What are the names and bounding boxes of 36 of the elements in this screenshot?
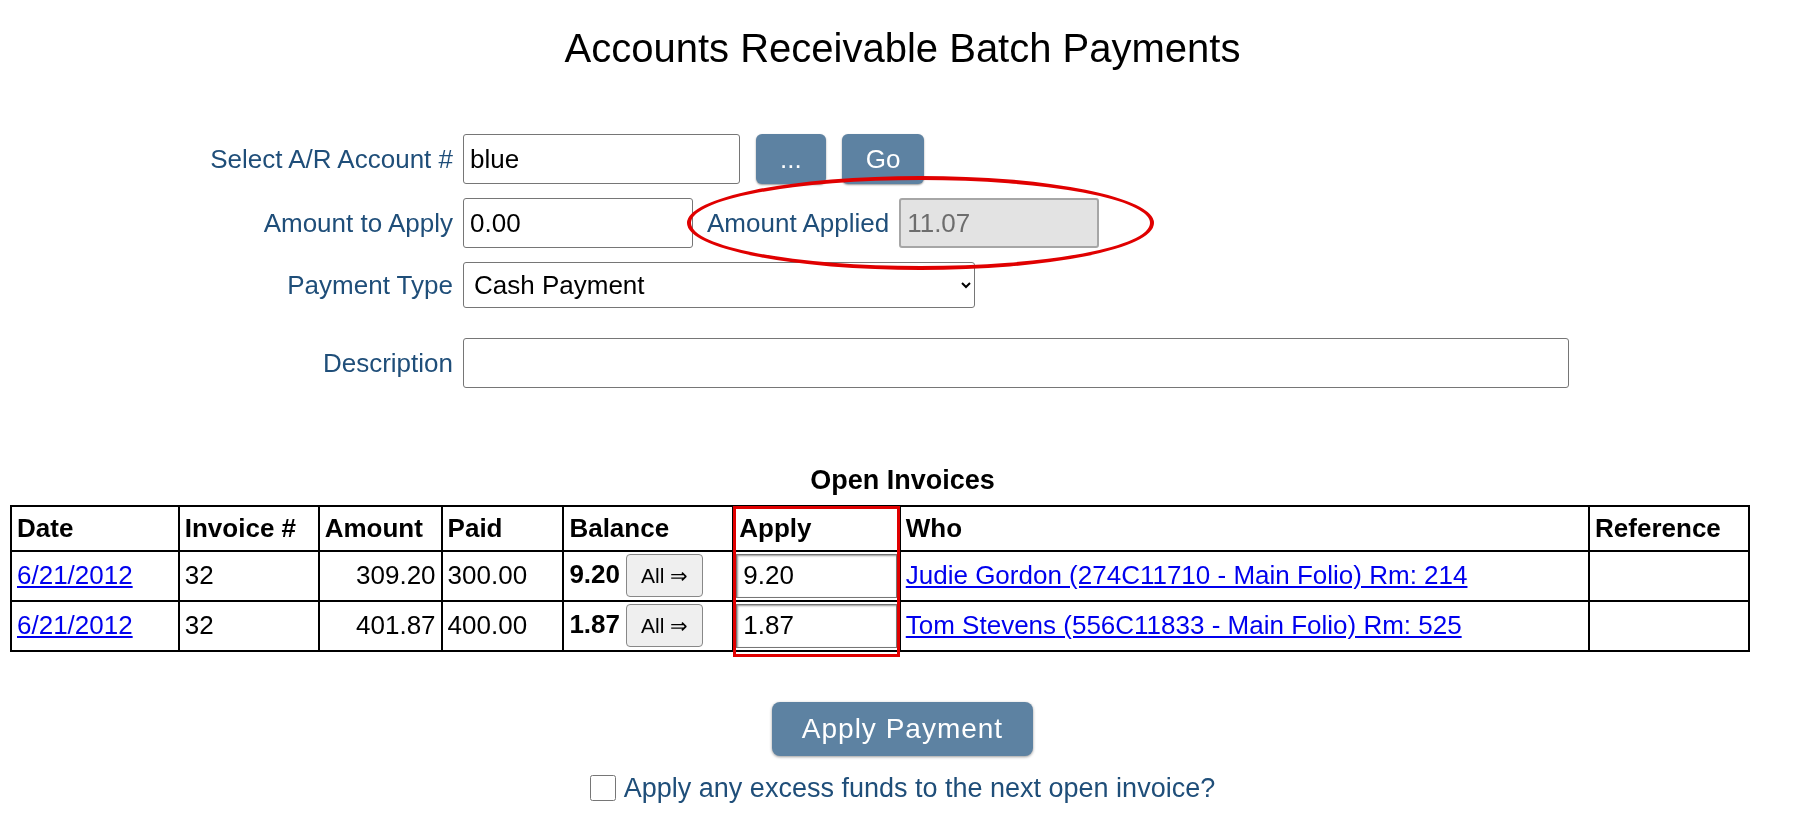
table-cell: 309.20 <box>318 550 442 601</box>
balance-value: 1.87 <box>569 608 620 639</box>
column-header: Date <box>11 505 179 551</box>
apply-field[interactable]: 9.20 <box>736 553 897 598</box>
checkbox-label: Apply any excess funds to the next open invoice? <box>623 771 1216 805</box>
column-header: Invoice # <box>178 505 319 551</box>
balance-value: 9.20 <box>569 558 620 589</box>
table-cell: 32 <box>178 600 319 651</box>
table-cell: 400.00 <box>441 600 564 651</box>
table-caption: Open Invoices <box>809 464 996 497</box>
column-header: Amount <box>318 505 442 551</box>
excess-checkbox[interactable] <box>589 774 616 801</box>
column-header: Balance <box>563 505 734 551</box>
account-field[interactable]: blue <box>463 134 740 184</box>
all-button[interactable]: All ⇒ <box>626 603 704 648</box>
field-label: Amount to Apply <box>262 206 454 240</box>
amount-field[interactable]: 0.00 <box>463 198 693 248</box>
all-button[interactable]: All ⇒ <box>626 553 704 598</box>
table-cell: 401.87 <box>318 600 442 651</box>
field-label: Description <box>321 346 454 380</box>
apply-payment-button[interactable]: Apply Payment <box>771 701 1034 756</box>
go-button[interactable]: Go <box>841 134 925 184</box>
field-label: Amount Applied <box>707 206 891 240</box>
lookup-button[interactable]: ... <box>756 134 826 184</box>
description-field[interactable] <box>463 338 1569 388</box>
apply-field[interactable]: 1.87 <box>736 603 897 648</box>
table-cell: 300.00 <box>441 550 564 601</box>
column-header: Apply <box>733 505 900 551</box>
column-header: Who <box>899 505 1590 551</box>
page-title: Accounts Receivable Batch Payments <box>563 25 1242 72</box>
field-label: Payment Type <box>286 268 454 302</box>
payment-type-select[interactable]: Cash Payment <box>463 262 975 308</box>
table-cell: 32 <box>178 550 319 601</box>
column-header: Reference <box>1589 505 1749 551</box>
column-header: Paid <box>441 505 564 551</box>
field-label: Select A/R Account # <box>209 142 454 176</box>
